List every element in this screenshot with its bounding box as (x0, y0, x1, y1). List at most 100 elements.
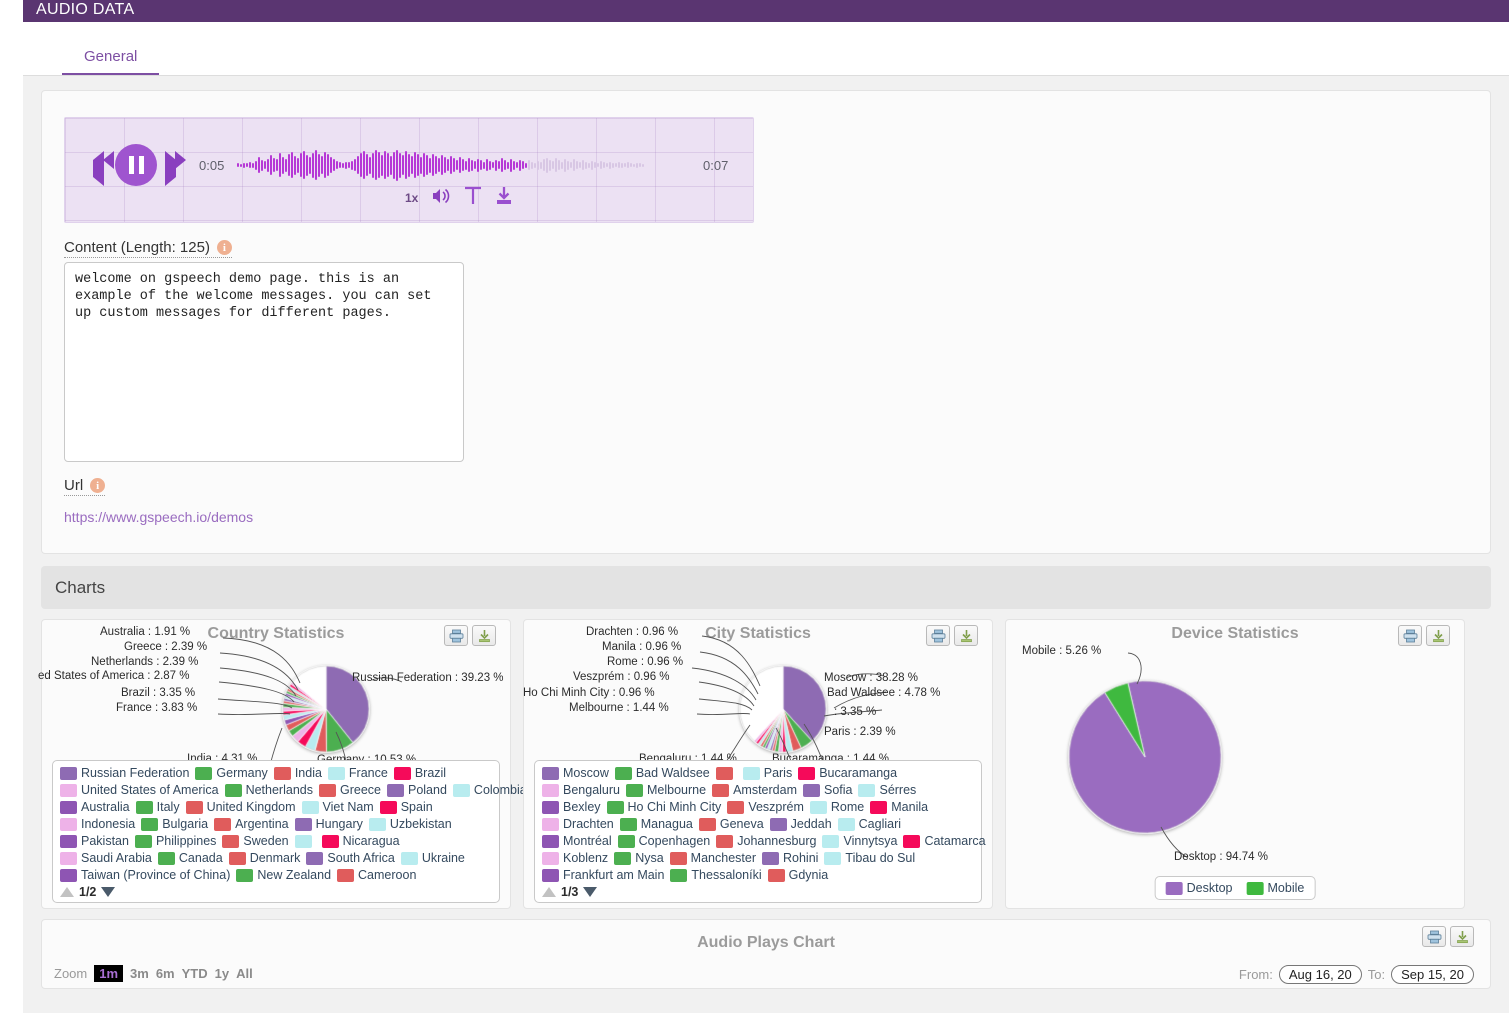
legend-item[interactable] (715, 766, 737, 780)
zoom-option-1y[interactable]: 1y (215, 966, 229, 981)
legend-item[interactable]: Australia (60, 800, 130, 814)
zoom-option-all[interactable]: All (236, 966, 253, 981)
legend-item[interactable]: Spain (379, 800, 433, 814)
tab-general[interactable]: General (62, 40, 160, 75)
pause-icon[interactable] (115, 144, 157, 186)
legend-item[interactable]: France (327, 766, 388, 780)
legend-item[interactable]: Jeddah (769, 817, 832, 831)
legend-item[interactable]: Brazil (393, 766, 446, 780)
legend-page-down-icon[interactable] (583, 887, 598, 897)
print-icon[interactable] (1398, 625, 1422, 646)
info-icon[interactable]: i (216, 240, 232, 255)
legend-item[interactable]: Drachten (542, 817, 614, 831)
legend-item[interactable]: Veszprém (727, 800, 804, 814)
legend-item[interactable]: Sérres (858, 783, 916, 797)
legend-item[interactable]: Moscow (542, 766, 609, 780)
pie-graphic[interactable] (1068, 680, 1222, 839)
info-icon[interactable]: i (90, 478, 106, 493)
legend-item[interactable] (294, 834, 316, 848)
playback-speed-button[interactable]: 1x (405, 191, 418, 205)
legend-item[interactable]: Mobile (1246, 881, 1304, 895)
legend-item[interactable]: Vinnytsya (822, 834, 897, 848)
content-textarea[interactable] (64, 262, 464, 462)
legend-item[interactable]: Cameroon (337, 868, 416, 882)
zoom-option-ytd[interactable]: YTD (182, 966, 208, 981)
legend-item[interactable]: New Zealand (236, 868, 331, 882)
legend-item[interactable]: Amsterdam (712, 783, 797, 797)
legend-item[interactable]: Indonesia (60, 817, 135, 831)
legend-page-up-icon[interactable] (60, 887, 74, 897)
legend-item[interactable]: Paris (742, 766, 792, 780)
print-icon[interactable] (444, 625, 468, 646)
zoom-option-1m[interactable]: 1m (94, 965, 124, 982)
legend-page-down-icon[interactable] (101, 887, 116, 897)
legend-item[interactable]: Bad Waldsee (614, 766, 710, 780)
legend-item[interactable]: Denmark (228, 851, 300, 865)
legend-item[interactable]: Gdynia (767, 868, 828, 882)
legend-item[interactable]: Pakistan (60, 834, 129, 848)
legend-item[interactable]: Netherlands (224, 783, 313, 797)
volume-icon[interactable] (431, 187, 451, 209)
legend-item[interactable]: Viet Nam (301, 800, 374, 814)
legend-item[interactable]: Argentina (214, 817, 289, 831)
pie-graphic[interactable] (739, 665, 827, 758)
legend-item[interactable]: Tibau do Sul (824, 851, 915, 865)
url-link[interactable]: https://www.gspeech.io/demos (64, 509, 253, 525)
audio-player[interactable]: 0:05 0:07 1x (64, 117, 754, 223)
legend-item[interactable]: Catamarca (903, 834, 986, 848)
legend-item[interactable]: Hungary (294, 817, 363, 831)
legend-item[interactable]: Cagliari (837, 817, 901, 831)
legend-page-up-icon[interactable] (542, 887, 556, 897)
legend-item[interactable]: Nysa (614, 851, 664, 865)
legend-item[interactable]: Ho Chi Minh City (606, 800, 721, 814)
legend-item[interactable]: Bulgaria (141, 817, 208, 831)
legend-item[interactable]: Germany (195, 766, 268, 780)
legend-item[interactable]: Canada (157, 851, 223, 865)
legend-item[interactable]: Melbourne (626, 783, 706, 797)
download-icon[interactable] (954, 625, 978, 646)
legend-item[interactable]: Bengaluru (542, 783, 620, 797)
legend-item[interactable]: South Africa (306, 851, 395, 865)
from-date-input[interactable]: Aug 16, 20 (1278, 965, 1362, 984)
chart-legend[interactable]: Moscow Bad Waldsee Paris Bucaramanga Bengalu… (534, 760, 986, 903)
legend-item[interactable]: India (273, 766, 322, 780)
legend-item[interactable]: Manila (870, 800, 928, 814)
waveform[interactable] (237, 148, 692, 182)
legend-item[interactable]: Geneva (698, 817, 764, 831)
legend-item[interactable]: Montréal (542, 834, 612, 848)
legend-item[interactable]: Rome (809, 800, 864, 814)
legend-item[interactable]: Thessaloníki (670, 868, 762, 882)
to-date-input[interactable]: Sep 15, 20 (1391, 965, 1474, 984)
download-icon[interactable] (472, 625, 496, 646)
legend-item[interactable]: Bexley (542, 800, 601, 814)
legend-item[interactable]: Taiwan (Province of China) (60, 868, 230, 882)
legend-item[interactable]: Sweden (222, 834, 289, 848)
legend-item[interactable]: Manchester (669, 851, 756, 865)
legend-item[interactable]: Koblenz (542, 851, 608, 865)
legend-item[interactable]: Uzbekistan (368, 817, 452, 831)
download-icon[interactable] (1450, 926, 1474, 947)
legend-item[interactable]: Italy (135, 800, 180, 814)
text-icon[interactable] (464, 186, 482, 210)
print-icon[interactable] (1422, 926, 1446, 947)
legend-item[interactable]: Ukraine (400, 851, 465, 865)
print-icon[interactable] (926, 625, 950, 646)
legend-item[interactable]: Nicaragua (321, 834, 400, 848)
zoom-option-3m[interactable]: 3m (130, 966, 149, 981)
legend-item[interactable]: United States of America (60, 783, 219, 797)
chart-legend[interactable]: Russian Federation Germany India France Braz… (52, 760, 527, 903)
download-icon[interactable] (495, 186, 513, 210)
zoom-option-6m[interactable]: 6m (156, 966, 175, 981)
legend-item[interactable]: Philippines (134, 834, 216, 848)
legend-item[interactable]: Bucaramanga (798, 766, 897, 780)
legend-item[interactable]: Desktop (1165, 881, 1233, 895)
legend-item[interactable]: Russian Federation (60, 766, 189, 780)
legend-item[interactable]: Saudi Arabia (60, 851, 152, 865)
legend-item[interactable]: Rohini (761, 851, 818, 865)
download-icon[interactable] (1426, 625, 1450, 646)
legend-item[interactable]: Copenhagen (617, 834, 710, 848)
legend-item[interactable]: Colombia (452, 783, 527, 797)
legend-item[interactable]: Johannesburg (716, 834, 816, 848)
legend-item[interactable]: United Kingdom (185, 800, 296, 814)
legend-item[interactable]: Sofia (802, 783, 852, 797)
